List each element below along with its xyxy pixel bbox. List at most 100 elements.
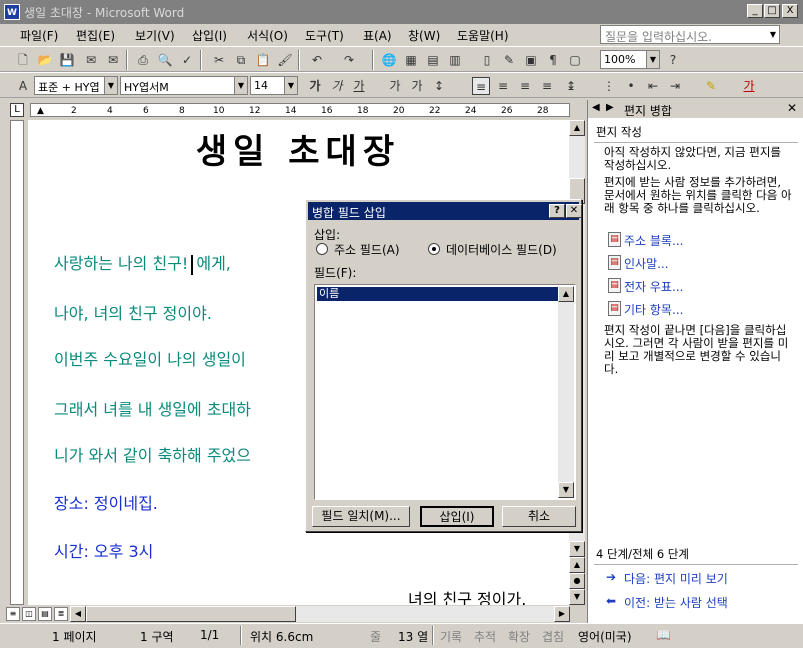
- insert-button[interactable]: 삽입(I): [420, 506, 494, 527]
- char-border-icon[interactable]: 가: [386, 77, 404, 95]
- list-scroll-up-icon[interactable]: ▲: [558, 286, 574, 302]
- font-size-dropdown-icon[interactable]: ▼: [284, 76, 298, 95]
- show-hide-icon[interactable]: ¶: [544, 51, 562, 69]
- align-right-icon[interactable]: ≡: [516, 77, 534, 95]
- link-greeting-line[interactable]: 인사말...: [624, 255, 669, 272]
- link-address-block[interactable]: 주소 블록...: [624, 232, 683, 249]
- redo-icon[interactable]: ↷: [340, 51, 358, 69]
- web-view-icon[interactable]: ◫: [22, 607, 36, 621]
- dialog-title-bar[interactable]: 병합 필드 삽입 ? ✕: [308, 202, 582, 220]
- font-dropdown-icon[interactable]: ▼: [234, 76, 248, 95]
- open-icon[interactable]: 📂: [36, 51, 54, 69]
- vertical-ruler[interactable]: [10, 120, 24, 605]
- save-icon[interactable]: 💾: [58, 51, 76, 69]
- hyperlink-icon[interactable]: 🌐: [380, 51, 398, 69]
- styles-formatting-icon[interactable]: A: [14, 77, 32, 95]
- print-icon[interactable]: ⎙: [134, 51, 152, 69]
- scroll-down-icon[interactable]: ▼: [569, 541, 585, 557]
- font-color-icon[interactable]: 가: [740, 77, 758, 95]
- minimize-button[interactable]: _: [747, 4, 763, 18]
- format-painter-icon[interactable]: 🖌: [276, 51, 294, 69]
- close-button[interactable]: X: [782, 4, 798, 18]
- fields-listbox[interactable]: 이름 ▲ ▼: [314, 284, 576, 500]
- link-electronic-postage[interactable]: 전자 우표...: [624, 278, 683, 295]
- read-icon[interactable]: ▢: [566, 51, 584, 69]
- align-left-icon[interactable]: ≡: [472, 77, 490, 95]
- radio-address-field[interactable]: [316, 243, 328, 255]
- zoom-combo[interactable]: 100%: [600, 50, 648, 69]
- menu-edit[interactable]: 편집(E): [76, 27, 115, 44]
- status-record-macro[interactable]: 기록: [440, 628, 462, 645]
- h-scroll-thumb[interactable]: [86, 606, 296, 622]
- justify-icon[interactable]: ≡: [538, 77, 556, 95]
- help-dropdown-icon[interactable]: ▼: [766, 26, 780, 43]
- scroll-up-icon[interactable]: ▲: [569, 120, 585, 136]
- document-horizontal-scrollbar[interactable]: ◀ ▶: [70, 606, 570, 622]
- highlight-icon[interactable]: ✎: [702, 77, 720, 95]
- tab-selector-icon[interactable]: L: [10, 103, 24, 117]
- insert-excel-icon[interactable]: ▥: [446, 51, 464, 69]
- dialog-help-icon[interactable]: ?: [549, 204, 565, 218]
- spelling-status-icon[interactable]: 📖: [656, 628, 671, 642]
- maximize-button[interactable]: □: [764, 4, 780, 18]
- radio-address-label[interactable]: 주소 필드(A): [334, 241, 400, 258]
- field-item-name[interactable]: 이름: [317, 287, 559, 301]
- bold-icon[interactable]: 가: [306, 77, 324, 95]
- match-fields-button[interactable]: 필드 일치(M)...: [312, 506, 410, 527]
- columns-icon[interactable]: ▯: [478, 51, 496, 69]
- insert-table-icon[interactable]: ▤: [424, 51, 442, 69]
- print-layout-view-icon[interactable]: ▤: [38, 607, 52, 621]
- numbering-icon[interactable]: ⋮: [600, 77, 618, 95]
- horizontal-ruler[interactable]: ▲ 2 4 6 8 10 12 14 16 18 20 22 24 26 28: [30, 103, 570, 117]
- permission-icon[interactable]: ✉: [82, 51, 100, 69]
- increase-indent-icon[interactable]: ⇥: [666, 77, 684, 95]
- char-shading-icon[interactable]: 가: [408, 77, 426, 95]
- menu-insert[interactable]: 삽입(I): [192, 27, 227, 44]
- outline-view-icon[interactable]: ≣: [54, 607, 68, 621]
- menu-help[interactable]: 도움말(H): [457, 27, 509, 44]
- tables-borders-icon[interactable]: ▦: [402, 51, 420, 69]
- document-map-icon[interactable]: ▣: [522, 51, 540, 69]
- font-combo[interactable]: HY엽서M: [120, 76, 236, 95]
- paste-icon[interactable]: 📋: [254, 51, 272, 69]
- menu-window[interactable]: 창(W): [408, 27, 440, 44]
- spelling-icon[interactable]: ✓: [178, 51, 196, 69]
- menu-table[interactable]: 표(A): [363, 27, 392, 44]
- align-center-icon[interactable]: ≡: [494, 77, 512, 95]
- new-document-icon[interactable]: 🗋: [14, 51, 32, 69]
- menu-format[interactable]: 서식(O): [247, 27, 288, 44]
- status-overtype[interactable]: 겹침: [542, 628, 564, 645]
- fields-scrollbar[interactable]: ▲ ▼: [558, 286, 574, 498]
- link-more-items[interactable]: 기타 항목...: [624, 301, 683, 318]
- scroll-left-icon[interactable]: ◀: [70, 606, 86, 622]
- font-size-combo[interactable]: 14: [250, 76, 286, 95]
- scroll-right-icon[interactable]: ▶: [554, 606, 570, 622]
- italic-icon[interactable]: 가: [328, 77, 346, 95]
- undo-icon[interactable]: ↶: [308, 51, 326, 69]
- menu-tools[interactable]: 도구(T): [305, 27, 344, 44]
- decrease-indent-icon[interactable]: ⇤: [644, 77, 662, 95]
- next-page-icon[interactable]: ▼: [569, 589, 585, 605]
- list-scroll-down-icon[interactable]: ▼: [558, 482, 574, 498]
- browse-object-icon[interactable]: ●: [569, 573, 585, 589]
- print-preview-icon[interactable]: 🔍: [156, 51, 174, 69]
- zoom-dropdown-icon[interactable]: ▼: [646, 50, 660, 69]
- help-icon[interactable]: ?: [664, 51, 682, 69]
- back-icon[interactable]: ◀: [592, 102, 600, 113]
- radio-database-field[interactable]: [428, 243, 440, 255]
- cancel-button[interactable]: 취소: [502, 506, 576, 527]
- word-app-icon[interactable]: W: [4, 4, 20, 20]
- status-extend[interactable]: 확장: [508, 628, 530, 645]
- char-scale-icon[interactable]: ↕: [430, 77, 448, 95]
- line-spacing-icon[interactable]: ↨: [562, 77, 580, 95]
- prev-page-icon[interactable]: ▲: [569, 557, 585, 573]
- underline-icon[interactable]: 가: [350, 77, 368, 95]
- link-next-step[interactable]: 다음: 편지 미리 보기: [624, 570, 728, 587]
- menu-view[interactable]: 보기(V): [135, 27, 175, 44]
- task-pane-close-icon[interactable]: ✕: [787, 101, 797, 115]
- status-track-changes[interactable]: 추적: [474, 628, 496, 645]
- forward-icon[interactable]: ▶: [606, 102, 614, 113]
- help-question-input[interactable]: 질문을 입력하십시오.: [600, 25, 780, 44]
- dialog-close-icon[interactable]: ✕: [566, 204, 582, 218]
- radio-database-label[interactable]: 데이터베이스 필드(D): [446, 241, 557, 258]
